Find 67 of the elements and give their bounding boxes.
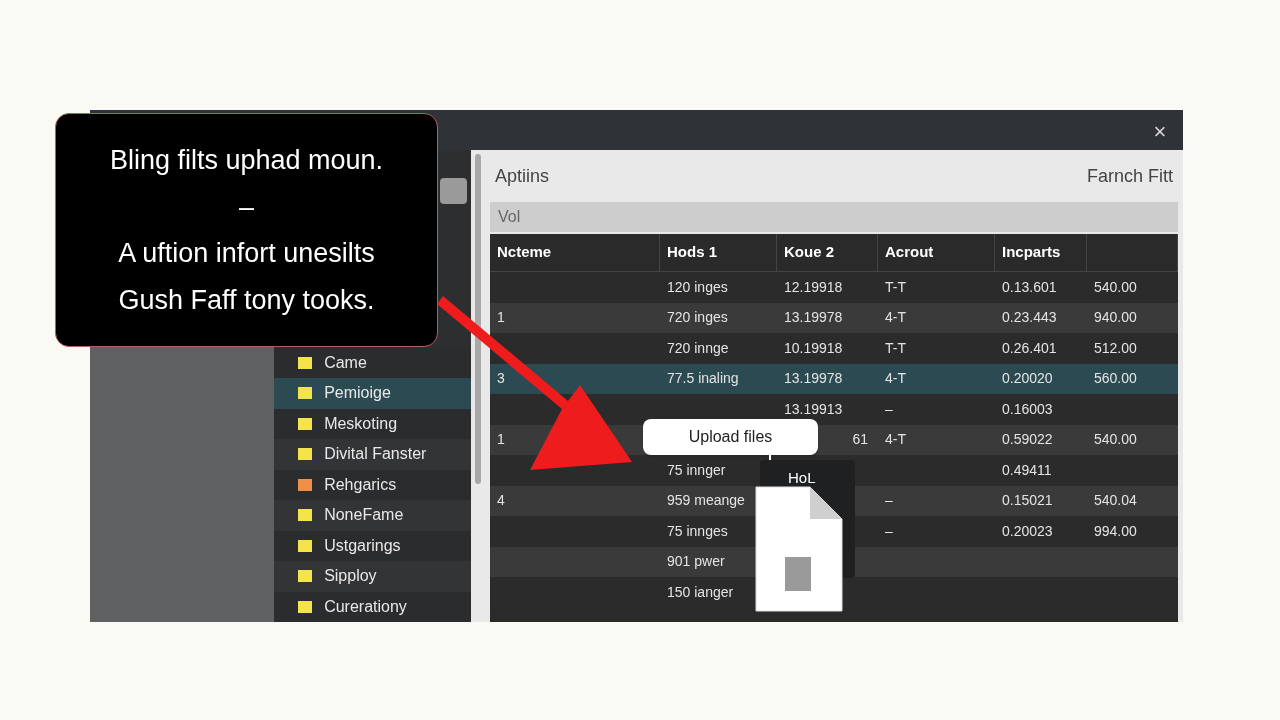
table-cell-text: 512.00 — [1094, 338, 1137, 358]
table-cell-text: 540.00 — [1094, 277, 1137, 297]
table-cell-text: 0.15021 — [1002, 491, 1053, 511]
callout-text: A uftion infort unesilts — [118, 237, 375, 270]
column-header[interactable]: Acrout — [878, 234, 995, 271]
dropdown-field[interactable] — [440, 178, 467, 204]
table-cell-text: 3 — [497, 369, 505, 389]
preview-label: HoL — [788, 469, 816, 486]
close-button[interactable]: × — [1145, 115, 1175, 145]
panel-title: Aptiins — [495, 164, 550, 188]
table-cell-text: 12.19918 — [784, 277, 843, 297]
table-cell-text: 10.19918 — [784, 338, 843, 358]
table-cell-text: 61 — [852, 430, 868, 450]
table-cell-text: 4-T — [885, 308, 906, 328]
table-row[interactable]: 1 720 inges 13.19978 4-T 0.23.443 940.00 — [490, 302, 1178, 333]
table-cell-text: 959 meange — [667, 491, 745, 511]
table-cell-text: T-T — [885, 338, 906, 358]
table-cell-text: 720 inges — [667, 308, 728, 328]
column-header[interactable]: Koue 2 — [777, 234, 878, 271]
callout-text: Gush Faff tony tooks. — [118, 283, 375, 317]
table-cell-text: 13.19978 — [784, 308, 843, 328]
table-cell-text: 13.19978 — [784, 369, 843, 389]
filter-field[interactable]: Vol — [490, 202, 1178, 232]
table-cell-text: 75 innges — [667, 521, 728, 541]
table-cell-text: 0.16003 — [1002, 399, 1053, 419]
table-cell-text: – — [885, 521, 893, 541]
table-cell-text: 0.23.443 — [1002, 308, 1057, 328]
table-row[interactable]: 3 77.5 inaling 13.19978 4-T 0.20020 560.00 — [490, 363, 1178, 394]
folder-item[interactable]: Divital Fanster — [274, 439, 472, 470]
table-cell-text: 0.13.601 — [1002, 277, 1057, 297]
callout-text: Bling filts uphad moun. — [109, 144, 384, 177]
table-cell-text: – — [885, 399, 893, 419]
folder-item[interactable]: NoneFame — [274, 500, 472, 531]
table-cell-text: 720 innge — [667, 338, 729, 358]
document-icon — [752, 485, 844, 613]
table-cell-text: 994.00 — [1094, 521, 1137, 541]
table-cell-text: 4 — [497, 491, 505, 511]
table-cell-text: 0.26.401 — [1002, 338, 1057, 358]
table-cell-text: 4-T — [885, 430, 906, 450]
column-header[interactable]: Incparts — [995, 234, 1087, 271]
table-cell-text: 0.59022 — [1002, 430, 1053, 450]
table-cell-text: 560.00 — [1094, 369, 1137, 389]
header-link[interactable]: Farnch Fitt — [1086, 162, 1173, 190]
table-cell-text: 940.00 — [1094, 308, 1137, 328]
scrollbar[interactable] — [471, 150, 485, 622]
column-header[interactable]: Hods 1 — [660, 234, 777, 271]
folder-item[interactable]: Pemioige — [274, 378, 472, 409]
table-cell-text: 77.5 inaling — [667, 369, 739, 389]
table-cell-text: 120 inges — [667, 277, 728, 297]
table-cell-text: 75 innger — [667, 460, 726, 480]
table-cell-text: 901 pwer — [667, 552, 725, 572]
table-cell-text: 540.04 — [1094, 491, 1137, 511]
table-cell-text: 0.49411 — [1002, 460, 1052, 480]
table-cell-text: T-T — [885, 277, 906, 297]
table-cell-text: 540.00 — [1094, 430, 1137, 450]
table-cell-text: 1 — [497, 308, 505, 328]
table-cell-text: 13.19913 — [784, 399, 843, 419]
callout-text: – — [239, 190, 254, 224]
table-cell-text: 4-T — [885, 369, 906, 389]
table-cell-text: 0.20020 — [1002, 369, 1053, 389]
table-cell-text: – — [885, 491, 893, 511]
table-cell-text: 1 — [497, 430, 505, 450]
upload-tooltip: Upload files — [643, 419, 818, 455]
column-header[interactable]: Ncteme — [490, 234, 660, 271]
folder-item[interactable]: Sipploy — [274, 561, 472, 592]
table-cell-text: 0.20023 — [1002, 521, 1053, 541]
table-cell-text: 150 ianger — [667, 582, 734, 602]
